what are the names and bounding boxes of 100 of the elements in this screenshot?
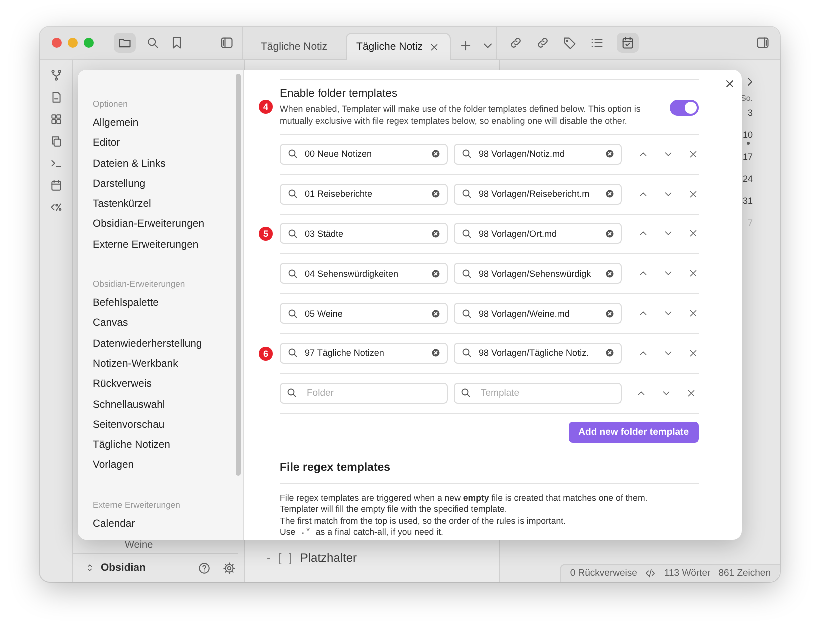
settings-nav-item[interactable]: Editor (87, 134, 227, 155)
settings-nav-item[interactable]: Obsidian-Erweiterungen (87, 215, 227, 236)
template-search-field[interactable]: 98 Vorlagen/Sehenswürdigk (454, 263, 622, 284)
template-search-field[interactable]: Template (454, 382, 622, 404)
backlinks-count[interactable]: 0 Rückverweise (570, 568, 638, 579)
right-sidebar-toggle-icon[interactable] (756, 36, 770, 50)
clear-icon[interactable] (605, 149, 615, 160)
folder-icon (118, 36, 132, 50)
list-icon[interactable] (590, 36, 604, 50)
help-icon[interactable] (198, 562, 211, 574)
delete-icon[interactable] (688, 268, 699, 280)
close-icon[interactable] (724, 78, 736, 90)
close-icon[interactable] (429, 42, 440, 52)
left-sidebar-toggle-icon[interactable] (220, 36, 234, 50)
folder-search-field[interactable]: Folder (280, 382, 448, 404)
search-icon[interactable] (146, 36, 160, 50)
settings-nav-item[interactable]: Darstellung (87, 174, 227, 196)
calendar-day[interactable]: 10 (742, 129, 753, 141)
settings-nav-item[interactable]: Canvas (87, 314, 227, 335)
note-tab[interactable]: Tägliche Notiz (251, 34, 338, 60)
template-search-field[interactable]: 98 Vorlagen/Weine.md (454, 303, 622, 324)
settings-nav-item[interactable]: Dateien & Links (87, 154, 227, 175)
settings-nav-item[interactable]: Calendar (87, 514, 227, 536)
search-icon (461, 188, 473, 200)
calendar-icon[interactable] (50, 179, 62, 192)
clear-icon[interactable] (605, 228, 615, 239)
folder-search-field[interactable]: 97 Tägliche Notizen (280, 342, 448, 364)
folder-search-field[interactable]: 01 Reiseberichte (280, 184, 448, 205)
settings-nav-item[interactable]: Tastenkürzel (87, 195, 227, 216)
calendar-day[interactable]: 24 (742, 173, 753, 185)
clear-icon[interactable] (605, 268, 615, 279)
delete-icon[interactable] (688, 228, 699, 240)
bookmark-icon[interactable] (170, 36, 184, 50)
toggle-switch[interactable] (670, 100, 699, 116)
calendar-day[interactable]: 3 (748, 107, 753, 119)
clear-icon[interactable] (431, 149, 441, 160)
search-icon (461, 268, 473, 280)
folder-search-field[interactable]: 04 Sehenswürdigkeiten (280, 263, 448, 284)
delete-icon[interactable] (688, 148, 699, 160)
tag-icon[interactable] (563, 36, 577, 50)
delete-icon[interactable] (688, 348, 699, 359)
clear-icon[interactable] (605, 189, 615, 200)
grid-icon[interactable] (50, 113, 62, 126)
clear-icon[interactable] (431, 189, 441, 200)
folder-search-field[interactable]: 00 Neue Notizen (280, 144, 448, 165)
code-icon[interactable] (645, 568, 656, 579)
calendar-view-button[interactable] (617, 33, 639, 53)
file-explorer-button[interactable] (114, 33, 136, 53)
graph-icon[interactable] (50, 69, 62, 82)
settings-group-heading: Optionen (93, 98, 129, 111)
vault-name[interactable]: Obsidian (101, 562, 146, 574)
settings-nav-item[interactable]: Schnellauswahl (87, 396, 227, 416)
delete-icon[interactable] (688, 188, 699, 200)
settings-nav-item[interactable]: Befehlspalette (87, 294, 227, 314)
note-tab[interactable]: Tägliche Notiz (346, 33, 452, 60)
delete-icon[interactable] (686, 388, 697, 399)
clear-icon[interactable] (431, 348, 441, 358)
settings-nav-item[interactable]: Externe Erweiterungen (87, 236, 227, 256)
template-search-field[interactable]: 98 Vorlagen/Tägliche Notiz. (454, 342, 622, 364)
template-search-field[interactable]: 98 Vorlagen/Ort.md (454, 223, 622, 244)
clear-icon[interactable] (605, 308, 615, 319)
settings-icon[interactable] (223, 562, 236, 574)
link-icon[interactable] (536, 36, 550, 50)
template-icon[interactable] (50, 201, 62, 214)
scrollbar[interactable] (236, 74, 241, 476)
delete-icon[interactable] (688, 308, 699, 320)
calendar-day[interactable]: 17 (742, 151, 753, 163)
close-window-button[interactable] (52, 38, 62, 48)
search-icon (461, 228, 473, 240)
search-icon (287, 347, 299, 360)
folder-search-field[interactable]: 03 Städte (280, 223, 448, 244)
settings-nav-item[interactable]: Notizen-Werkbank (87, 354, 227, 376)
settings-nav-item[interactable]: Tägliche Notizen (87, 436, 227, 456)
settings-nav-item[interactable]: Allgemein (87, 114, 227, 134)
template-search-field[interactable]: 98 Vorlagen/Reisebericht.m (454, 184, 622, 205)
copy-icon[interactable] (50, 135, 62, 148)
clear-icon[interactable] (431, 268, 441, 279)
chevron-updown-icon[interactable] (85, 563, 95, 573)
calendar-icon (621, 36, 635, 50)
link-icon[interactable] (509, 36, 523, 50)
settings-nav-item[interactable]: Rückverweis (87, 375, 227, 396)
calendar-day[interactable]: 31 (742, 195, 753, 207)
settings-nav-item[interactable]: Vorlagen (87, 456, 227, 477)
settings-group-heading: Obsidian-Erweiterungen (93, 278, 186, 292)
settings-nav-item[interactable]: Seitenvorschau (87, 416, 227, 436)
description-line: Templater will fill the empty file with the specified template. (280, 504, 508, 516)
callout-badge: 6 (259, 346, 273, 361)
add-folder-template-button[interactable]: Add new folder template (568, 422, 699, 443)
search-icon (461, 347, 473, 360)
folder-search-field[interactable]: 05 Weine (280, 303, 448, 324)
character-count: 861 Zeichen (718, 568, 771, 579)
description-line: File regex templates are triggered when a new empty file is created that matches one of them. (280, 492, 649, 504)
setting-title: Enable folder templates (280, 88, 399, 100)
clear-icon[interactable] (431, 228, 441, 239)
settings-nav-item[interactable]: Datenwiederherstellung (87, 334, 227, 355)
search-icon (287, 228, 299, 240)
clear-icon[interactable] (431, 308, 441, 319)
new-tab-icon[interactable] (459, 39, 474, 53)
template-search-field[interactable]: 98 Vorlagen/Notiz.md (454, 144, 622, 165)
clear-icon[interactable] (605, 348, 615, 358)
